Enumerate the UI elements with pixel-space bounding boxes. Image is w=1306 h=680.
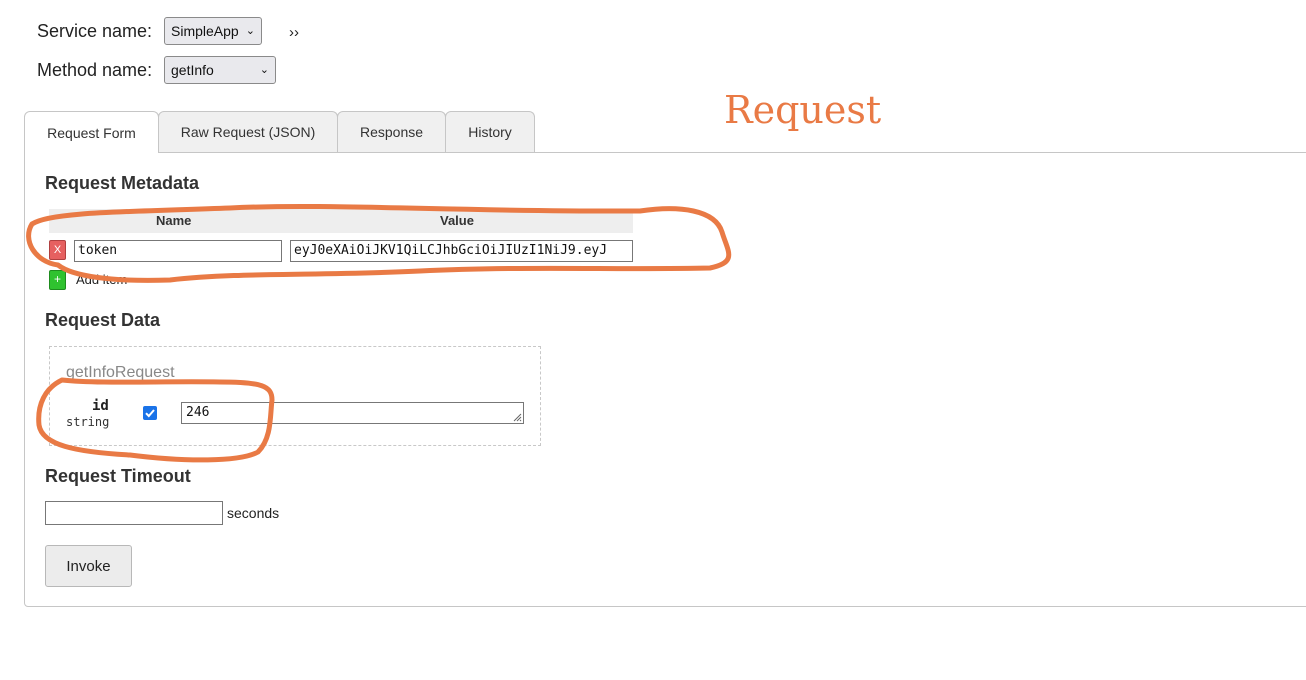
metadata-value-input[interactable]: eyJ0eXAiOiJKV1QiLCJhbGciOiJIUzI1NiJ9.eyJ [290, 240, 633, 262]
resize-grip-icon[interactable] [512, 412, 522, 422]
method-select[interactable]: getInfo ⌄ [164, 56, 276, 84]
add-item-label[interactable]: Add item [76, 272, 127, 287]
timeout-heading: Request Timeout [45, 466, 191, 486]
invoke-button[interactable]: Invoke [45, 545, 132, 587]
timeout-unit-label: seconds [227, 505, 280, 521]
method-select-value: getInfo [171, 62, 214, 78]
column-header-value: Value [440, 213, 474, 228]
service-select-value: SimpleApp [171, 23, 239, 39]
metadata-heading: Request Metadata [45, 173, 200, 193]
tab-raw-request[interactable]: Raw Request (JSON) [158, 111, 338, 152]
field-enabled-checkbox[interactable] [143, 406, 157, 420]
chevron-down-icon: ⌄ [245, 25, 255, 37]
metadata-table-header: Name Value [49, 209, 633, 233]
field-value-textarea[interactable]: 246 [181, 402, 524, 424]
service-select[interactable]: SimpleApp ⌄ [164, 17, 262, 45]
field-value-text: 246 [186, 405, 210, 420]
message-container [49, 346, 541, 446]
field-type: string [66, 415, 110, 429]
timeout-input[interactable] [45, 501, 223, 525]
checkmark-icon [145, 409, 155, 418]
column-header-name: Name [156, 213, 192, 228]
remove-metadata-button[interactable]: X [49, 240, 66, 260]
annotation-title: Request [724, 88, 882, 132]
field-name: id [92, 398, 109, 414]
metadata-name-input[interactable]: token [74, 240, 282, 262]
tab-response[interactable]: Response [337, 111, 446, 152]
chevron-down-icon: ⌄ [259, 64, 269, 76]
tab-history[interactable]: History [445, 111, 535, 152]
request-data-heading: Request Data [45, 310, 161, 330]
message-name: getInfoRequest [66, 364, 175, 381]
method-name-label: Method name: [37, 60, 153, 80]
add-metadata-button[interactable]: + [49, 270, 66, 290]
tab-request-form[interactable]: Request Form [24, 111, 159, 153]
expand-icon[interactable]: ›› [289, 24, 299, 41]
service-name-label: Service name: [37, 21, 153, 41]
